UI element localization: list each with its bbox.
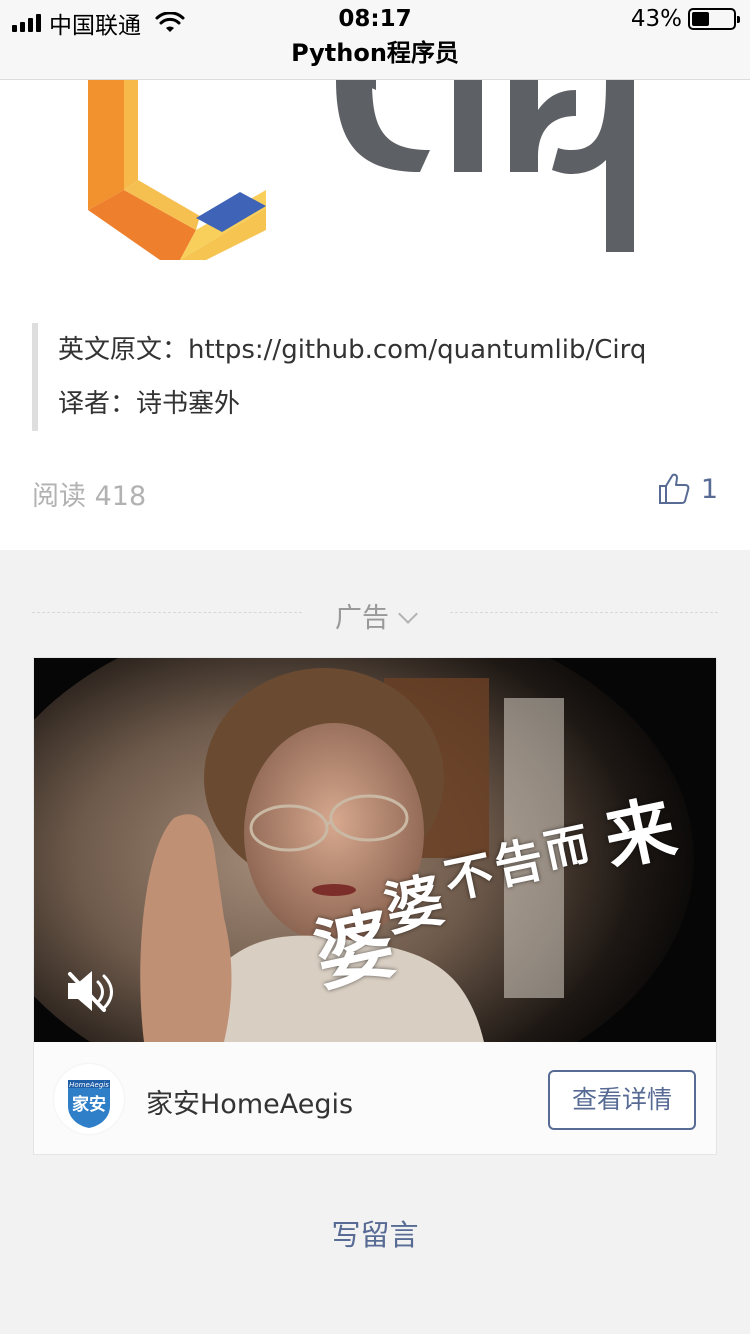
brand-name: 家安HomeAegis <box>146 1089 354 1120</box>
ad-video-char: 不 <box>439 845 499 911</box>
brand-logo-text: 家安 <box>72 1094 106 1115</box>
ad-video-text: 婆婆不告而来 <box>307 778 714 1018</box>
cirq-logo-graphic <box>88 80 634 260</box>
chevron-down-icon <box>398 604 418 624</box>
battery-percent: 43% <box>630 6 682 32</box>
source-line: 英文原文：https://github.com/quantumlib/Cirq <box>58 335 647 365</box>
read-count: 阅读 418 <box>32 481 147 512</box>
write-comment-link[interactable]: 写留言 <box>0 1212 750 1254</box>
page-title: Python程序员 <box>291 39 459 67</box>
brand-logo-small-text: HomeAegis <box>69 1081 109 1089</box>
signal-icon <box>12 14 41 32</box>
like-button[interactable]: 1 <box>657 472 718 506</box>
ad-footer: HomeAegis 家安 家安HomeAegis 查看详情 <box>34 1042 716 1154</box>
ad-card[interactable]: 婆婆不告而来 HomeAegis 家安 家安HomeAegis 查看详情 <box>33 657 717 1155</box>
wifi-icon <box>155 12 185 32</box>
mute-icon[interactable] <box>64 968 116 1014</box>
ad-label[interactable]: 广告 <box>0 596 750 635</box>
ad-label-text: 广告 <box>335 603 389 634</box>
cirq-logo-image <box>0 80 750 260</box>
ad-video-char: 告 <box>489 831 549 897</box>
carrier-name: 中国联通 <box>49 13 141 39</box>
status-bar: 中国联通 08:17 43% <box>0 0 750 40</box>
brand-logo: HomeAegis 家安 <box>54 1064 124 1134</box>
article-meta: 阅读 418 1 <box>32 470 718 516</box>
like-count: 1 <box>700 473 718 505</box>
status-left: 中国联通 <box>12 6 185 40</box>
brand-logo-graphic: HomeAegis 家安 <box>68 1080 110 1128</box>
source-quote: 英文原文：https://github.com/quantumlib/Cirq … <box>32 323 722 431</box>
battery-icon <box>688 8 740 30</box>
ad-video-char: 来 <box>597 785 683 882</box>
status-right: 43% <box>630 6 740 32</box>
thumbs-up-icon <box>658 473 690 504</box>
view-details-button[interactable]: 查看详情 <box>548 1070 696 1130</box>
translator-line: 译者：诗书塞外 <box>58 389 241 419</box>
ad-video-char: 而 <box>540 818 594 878</box>
nav-bar: Python程序员 <box>0 40 750 80</box>
ad-video[interactable]: 婆婆不告而来 <box>34 658 716 1042</box>
battery-fill <box>692 12 710 26</box>
